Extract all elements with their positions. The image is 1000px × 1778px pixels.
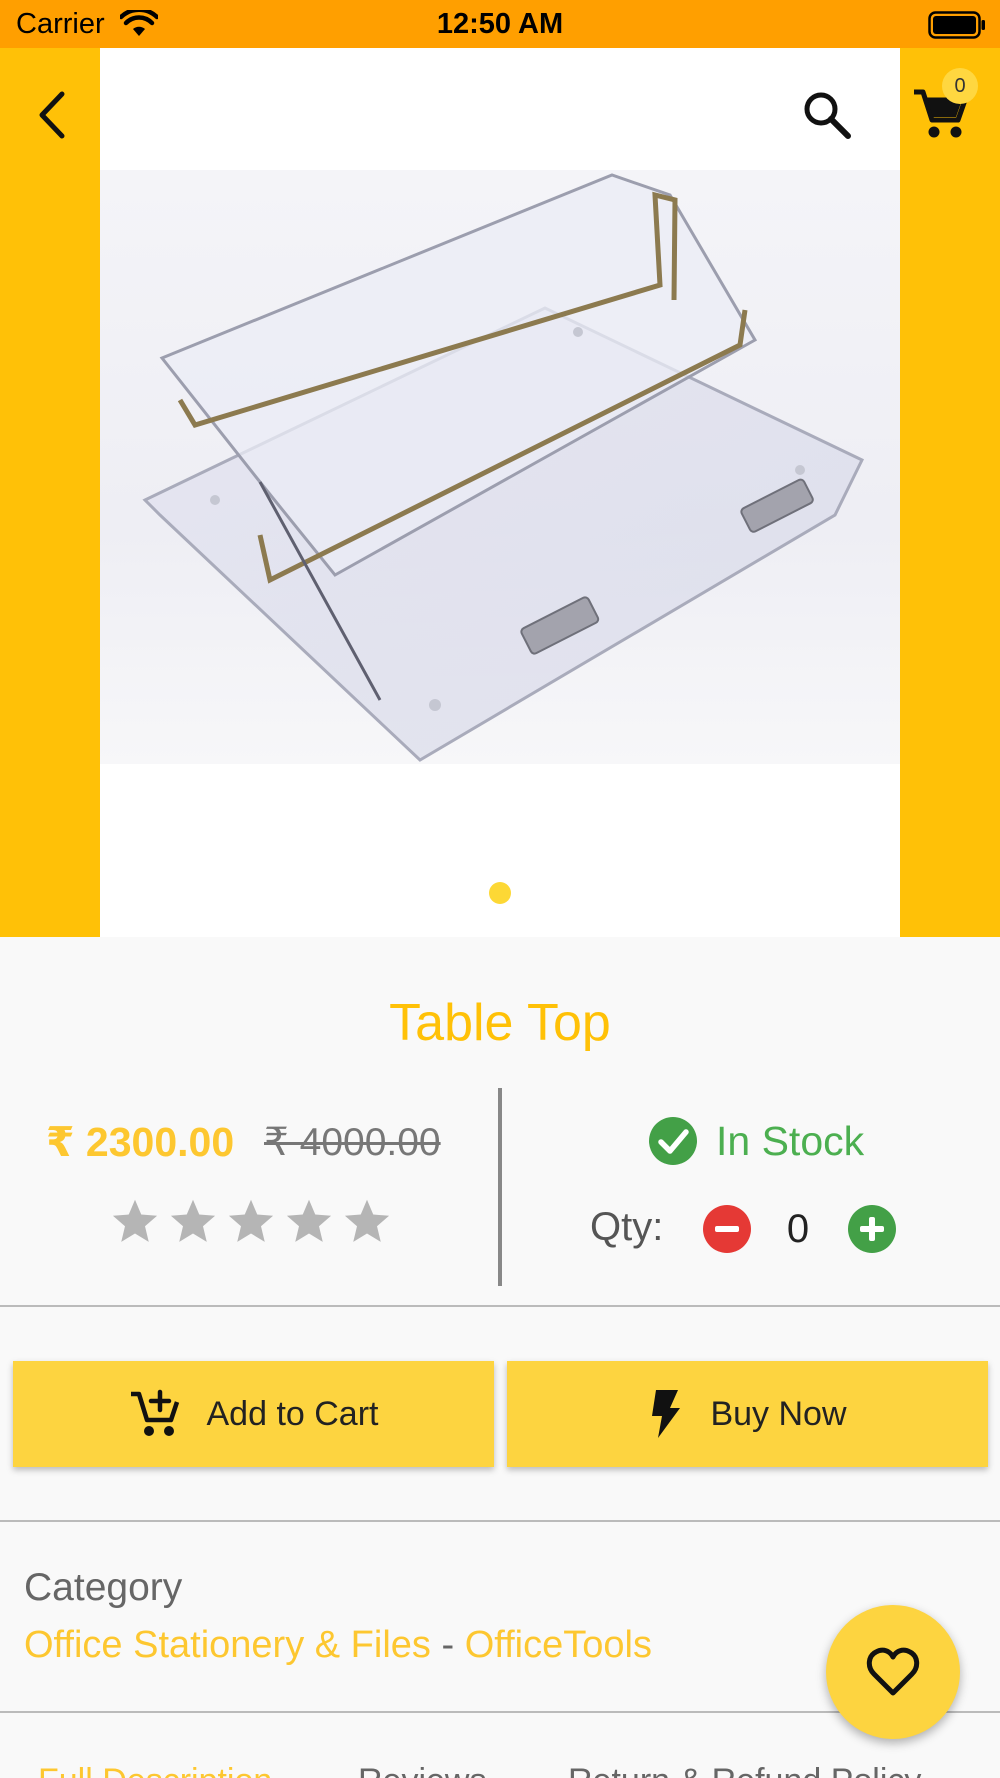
favorite-button[interactable] (826, 1605, 960, 1739)
star-icon (228, 1199, 274, 1242)
category-child-link[interactable]: OfficeTools (465, 1624, 652, 1666)
page-indicator-dot[interactable] (489, 882, 511, 904)
buy-now-button[interactable]: Buy Now (507, 1361, 988, 1467)
status-bar: Carrier 12:50 AM (0, 0, 1000, 48)
qty-value: 0 (786, 1207, 810, 1251)
price-current: ₹ 2300.00 (46, 1119, 235, 1165)
battery-icon (928, 11, 985, 39)
rating-stars (110, 1196, 392, 1246)
back-button[interactable] (30, 88, 80, 142)
search-button[interactable] (800, 88, 854, 142)
cart-button[interactable]: 0 (910, 68, 980, 146)
category-separator: - (441, 1624, 455, 1666)
star-icon (344, 1199, 390, 1242)
qty-increment-button[interactable] (848, 1205, 896, 1253)
star-icon (286, 1199, 332, 1242)
tab-full-description[interactable]: Full Description (38, 1762, 272, 1778)
add-to-cart-label: Add to Cart (206, 1394, 379, 1433)
flash-icon (652, 1390, 681, 1438)
heart-outline-icon (866, 1647, 920, 1696)
stock-status: In Stock (648, 1116, 864, 1166)
tab-reviews[interactable]: Reviews (358, 1762, 486, 1778)
divider (0, 1305, 1000, 1307)
buy-now-label: Buy Now (710, 1394, 847, 1433)
detail-tabs: Full Description Reviews Return & Refund… (0, 1752, 1000, 1778)
qty-decrement-button[interactable] (703, 1205, 751, 1253)
star-icon (170, 1199, 216, 1242)
product-image[interactable] (100, 170, 900, 764)
stock-status-text: In Stock (716, 1117, 865, 1164)
qty-label: Qty: (590, 1205, 664, 1249)
check-circle-icon (649, 1117, 697, 1165)
search-icon (804, 92, 851, 139)
category-parent-link[interactable]: Office Stationery & Files (24, 1624, 431, 1666)
add-to-cart-button[interactable]: Add to Cart (13, 1361, 494, 1467)
chevron-left-icon (39, 91, 65, 139)
price-original: ₹ 4000.00 (264, 1121, 441, 1164)
product-title: Table Top (389, 994, 611, 1052)
tab-return-refund-policy[interactable]: Return & Refund Policy (568, 1762, 921, 1778)
product-illustration (142, 173, 865, 762)
info-divider (498, 1088, 502, 1286)
divider (0, 1520, 1000, 1522)
add-shopping-cart-icon (130, 1389, 179, 1436)
cart-count-badge: 0 (942, 68, 978, 104)
category-path: Office Stationery & Files - OfficeTools (24, 1624, 652, 1667)
star-icon (112, 1199, 158, 1242)
status-time: 12:50 AM (436, 8, 564, 40)
category-heading: Category (24, 1566, 183, 1609)
